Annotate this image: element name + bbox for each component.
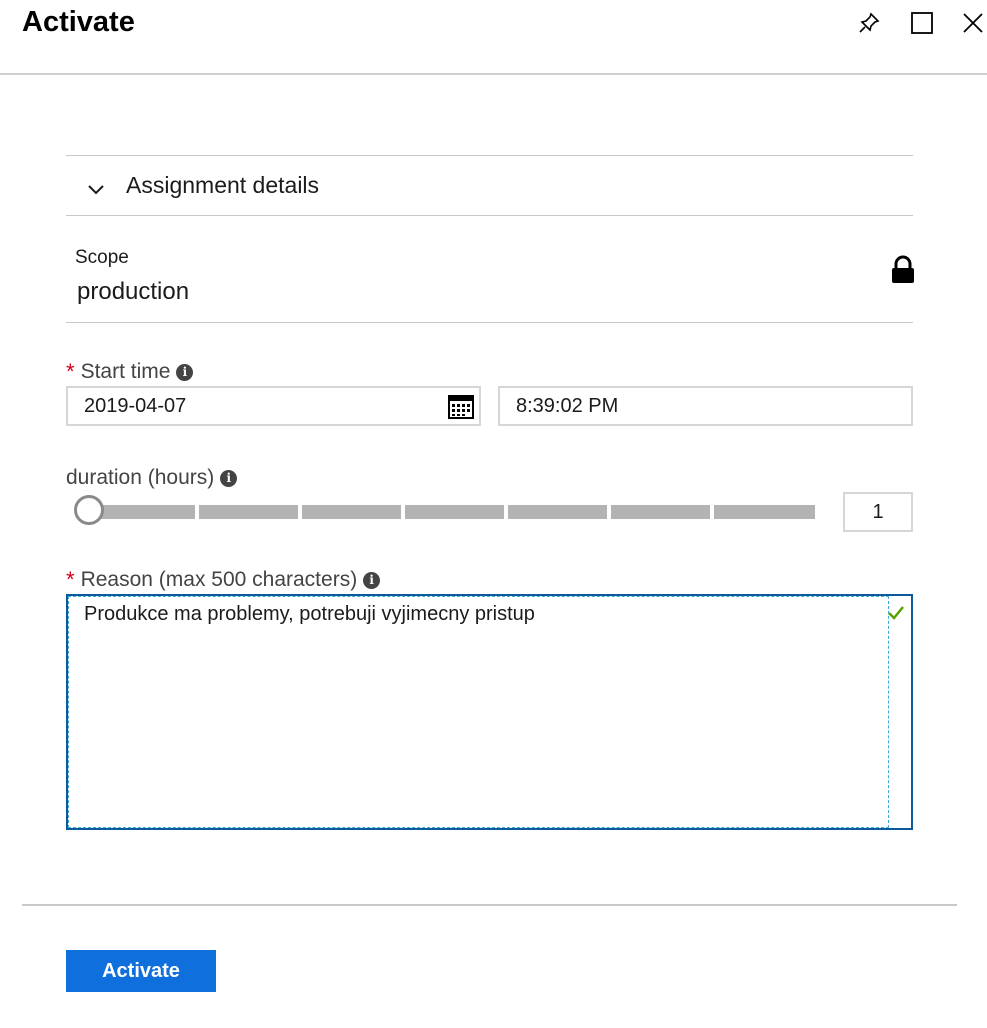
reason-textarea[interactable]: Produkce ma problemy, potrebuji vyjimecn… bbox=[66, 594, 913, 830]
maximize-icon[interactable] bbox=[909, 10, 935, 36]
slider-track-segment[interactable] bbox=[508, 505, 607, 519]
section-top-divider bbox=[66, 155, 913, 156]
chevron-down-icon[interactable] bbox=[86, 180, 106, 200]
start-time-label-row: * Start time i bbox=[66, 359, 194, 385]
reason-text[interactable]: Produkce ma problemy, potrebuji vyjimecn… bbox=[68, 596, 889, 828]
page-title: Activate bbox=[22, 6, 135, 38]
duration-value: 1 bbox=[872, 500, 884, 523]
slider-track-segment[interactable] bbox=[302, 505, 401, 519]
pin-icon[interactable] bbox=[856, 10, 882, 36]
info-icon[interactable]: i bbox=[176, 363, 194, 381]
section-title[interactable]: Assignment details bbox=[126, 172, 319, 199]
close-icon[interactable] bbox=[960, 10, 986, 36]
scope-label: Scope bbox=[75, 247, 129, 268]
slider-track-segment[interactable] bbox=[714, 505, 815, 519]
duration-label: duration (hours) bbox=[66, 466, 215, 489]
header-divider bbox=[0, 73, 987, 75]
start-date-input[interactable]: 2019-04-07 bbox=[66, 386, 481, 426]
start-date-value: 2019-04-07 bbox=[84, 394, 187, 417]
scope-value: production bbox=[77, 278, 190, 305]
duration-label-row: duration (hours) i bbox=[66, 466, 238, 490]
reason-label-row: * Reason (max 500 characters) i bbox=[66, 567, 381, 593]
slider-track-segment[interactable] bbox=[199, 505, 298, 519]
slider-track-segment[interactable] bbox=[405, 505, 504, 519]
required-mark: * bbox=[66, 567, 75, 592]
start-time-value: 8:39:02 PM bbox=[516, 394, 619, 417]
scope-divider bbox=[66, 322, 913, 323]
activate-button[interactable]: Activate bbox=[66, 950, 216, 992]
info-icon[interactable]: i bbox=[363, 571, 381, 589]
slider-track-segment[interactable] bbox=[611, 505, 710, 519]
calendar-icon[interactable] bbox=[448, 394, 474, 420]
slider-track-segment[interactable] bbox=[92, 505, 195, 519]
footer-divider bbox=[22, 904, 957, 906]
lock-icon bbox=[889, 255, 917, 285]
duration-input[interactable]: 1 bbox=[843, 492, 913, 532]
duration-slider-thumb[interactable] bbox=[74, 495, 104, 525]
start-time-input[interactable]: 8:39:02 PM bbox=[498, 386, 913, 426]
section-bottom-divider bbox=[66, 215, 913, 216]
info-icon[interactable]: i bbox=[220, 469, 238, 487]
start-time-label: Start time bbox=[80, 360, 171, 383]
checkmark-icon bbox=[887, 604, 905, 622]
required-mark: * bbox=[66, 359, 75, 384]
reason-label: Reason (max 500 characters) bbox=[80, 568, 358, 591]
